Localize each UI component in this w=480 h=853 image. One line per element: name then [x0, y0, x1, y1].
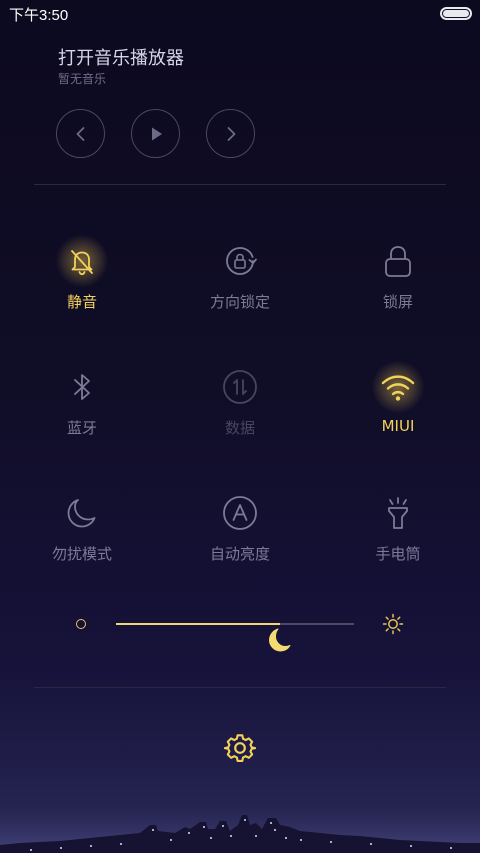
mobile-data-icon	[223, 370, 257, 404]
next-button[interactable]	[206, 109, 255, 158]
settings-button[interactable]	[223, 732, 257, 764]
play-button[interactable]	[131, 109, 180, 158]
toggle-auto-brightness[interactable]: 自动亮度	[175, 485, 305, 564]
wifi-icon	[381, 375, 415, 401]
toggle-auto-brightness-label: 自动亮度	[209, 545, 270, 563]
toggle-lock-screen-label: 锁屏	[382, 293, 413, 311]
moon-icon	[67, 499, 96, 528]
toggle-bluetooth-label: 蓝牙	[66, 419, 97, 437]
toggle-flashlight-label: 手电筒	[375, 545, 421, 563]
toggle-rotation-lock[interactable]: 方向锁定	[175, 233, 305, 312]
brightness-track-fill	[116, 623, 281, 625]
bluetooth-icon	[74, 374, 90, 400]
brightness-slider[interactable]	[60, 607, 420, 652]
status-time: 下午3:50	[9, 7, 69, 24]
battery-icon	[440, 7, 472, 20]
previous-icon	[76, 126, 84, 141]
city-skyline-image	[0, 805, 480, 853]
divider	[34, 687, 446, 688]
brightness-high-icon	[382, 613, 404, 635]
previous-button[interactable]	[56, 109, 105, 158]
divider	[34, 184, 446, 185]
next-icon	[227, 126, 235, 141]
toggle-rotation-lock-label: 方向锁定	[209, 293, 270, 311]
toggle-do-not-disturb[interactable]: 勿扰模式	[17, 485, 147, 564]
toggle-wifi[interactable]: MIUI	[333, 359, 463, 435]
brightness-thumb-moon-icon[interactable]	[267, 627, 293, 653]
toggle-wifi-label: MIUI	[381, 417, 415, 435]
toggle-bluetooth[interactable]: 蓝牙	[17, 359, 147, 438]
rotation-lock-icon	[226, 247, 257, 275]
toggle-mobile-data-label: 数据	[224, 419, 255, 437]
toggle-do-not-disturb-label: 勿扰模式	[51, 545, 112, 563]
brightness-low-icon	[76, 619, 86, 629]
music-player-subtitle: 暂无音乐	[58, 72, 107, 86]
status-bar: 下午3:50	[0, 0, 480, 26]
play-icon	[151, 127, 162, 140]
toggle-mobile-data[interactable]: 数据	[175, 359, 305, 438]
toggle-flashlight[interactable]: 手电筒	[333, 485, 463, 564]
toggle-lock-screen[interactable]: 锁屏	[333, 233, 463, 312]
flashlight-icon	[388, 497, 408, 529]
gear-icon	[223, 734, 257, 762]
brightness-track[interactable]	[116, 623, 354, 652]
toggle-mute[interactable]: 静音	[17, 233, 147, 312]
bell-off-icon	[71, 250, 93, 276]
toggle-mute-label: 静音	[66, 293, 97, 311]
music-player-title[interactable]: 打开音乐播放器	[58, 44, 184, 70]
auto-brightness-icon	[223, 496, 257, 530]
lock-icon	[385, 246, 411, 277]
